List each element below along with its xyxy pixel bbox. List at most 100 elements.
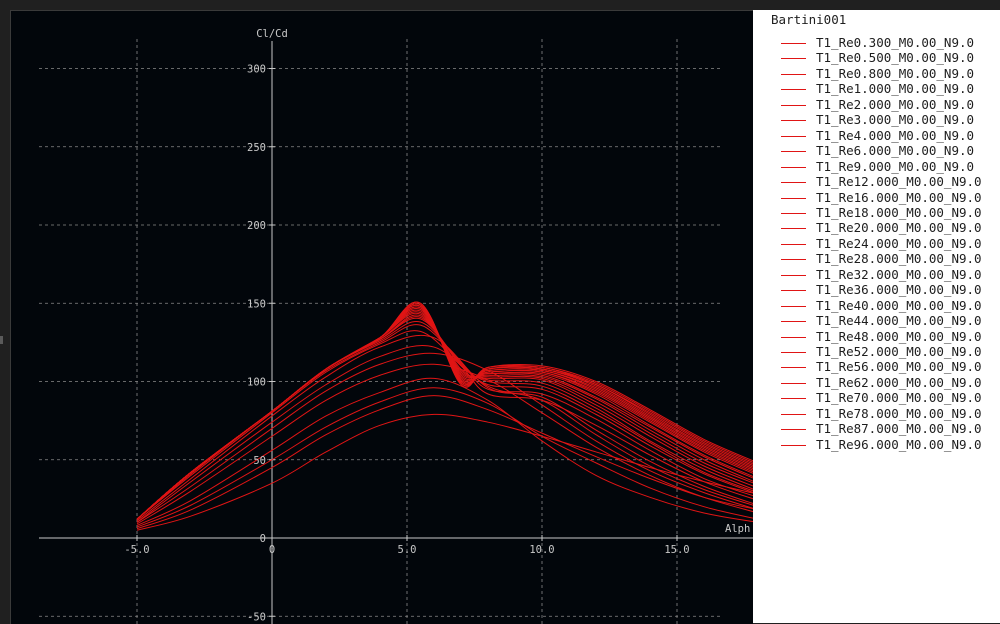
series-line-21 [136, 304, 753, 520]
legend-swatch [781, 305, 806, 307]
x-tick-label: 0 [269, 544, 275, 556]
legend-item: T1_Re36.000_M0.00_N9.0 [781, 282, 1000, 298]
legend-label: T1_Re16.000_M0.00_N9.0 [816, 189, 982, 205]
series-line-26 [136, 301, 753, 520]
series-line-27 [136, 301, 753, 520]
legend-item: T1_Re6.000_M0.00_N9.0 [781, 143, 1000, 159]
legend-label: T1_Re70.000_M0.00_N9.0 [816, 390, 982, 406]
series-line-23 [136, 303, 753, 520]
legend-label: T1_Re24.000_M0.00_N9.0 [816, 235, 982, 251]
legend-item: T1_Re0.500_M0.00_N9.0 [781, 50, 1000, 66]
legend-label: T1_Re52.000_M0.00_N9.0 [816, 344, 982, 359]
y-tick-label: 200 [247, 220, 266, 232]
plot-panel[interactable]: -50 0 50 100 150 200 250 300 -5.0 0 5.0 10.0 15.0 Cl/… [10, 10, 753, 624]
series-line-20 [136, 306, 753, 520]
legend-label: T1_Re48.000_M0.00_N9.0 [816, 328, 982, 344]
legend-label: T1_Re20.000_M0.00_N9.0 [816, 220, 982, 236]
series-line-3 [136, 387, 753, 528]
legend-swatch [781, 197, 806, 199]
x-tick-label: 10.0 [529, 544, 554, 556]
y-tick-label: -50 [247, 611, 266, 623]
legend-swatch [781, 352, 806, 353]
legend-label: T1_Re6.000_M0.00_N9.0 [816, 143, 975, 159]
legend-item: T1_Re62.000_M0.00_N9.0 [781, 374, 1000, 391]
legend-title: Bartini001 [771, 12, 847, 27]
legend-panel: Bartini001 T1_Re0.300_M0.00_N9.0 T1_Re0.5… [753, 10, 1000, 623]
legend-item: T1_Re48.000_M0.00_N9.0 [781, 328, 1000, 345]
y-tick-label: 250 [247, 142, 266, 154]
y-tick-label: 50 [253, 455, 266, 467]
legend-label: T1_Re78.000_M0.00_N9.0 [816, 405, 982, 421]
legend-swatch [781, 228, 806, 230]
y-tick-label: 100 [247, 377, 266, 389]
legend-item: T1_Re28.000_M0.00_N9.0 [781, 251, 1000, 267]
legend-item: T1_Re52.000_M0.00_N9.0 [781, 344, 1000, 360]
legend-swatch [781, 382, 806, 384]
series-layer [136, 301, 753, 531]
legend-item: T1_Re0.800_M0.00_N9.0 [781, 66, 1000, 82]
legend-item: T1_Re24.000_M0.00_N9.0 [781, 235, 1000, 252]
legend-swatch [781, 135, 806, 137]
legend-label: T1_Re62.000_M0.00_N9.0 [816, 374, 982, 390]
legend-item: T1_Re20.000_M0.00_N9.0 [781, 220, 1000, 236]
legend-label: T1_Re36.000_M0.00_N9.0 [816, 282, 982, 298]
series-line-6 [136, 352, 753, 523]
series-line-22 [136, 304, 753, 520]
series-line-25 [136, 301, 753, 520]
y-tick-label: 300 [247, 64, 266, 76]
legend-item: T1_Re44.000_M0.00_N9.0 [781, 313, 1000, 329]
legend-label: T1_Re87.000_M0.00_N9.0 [816, 421, 982, 437]
y-tick-label: 150 [247, 298, 266, 310]
legend-label: T1_Re28.000_M0.00_N9.0 [816, 251, 982, 267]
y-axis-label: Cl/Cd [256, 28, 288, 40]
legend-swatch [781, 321, 806, 323]
legend-label: T1_Re9.000_M0.00_N9.0 [816, 158, 975, 174]
legend-swatch [781, 120, 806, 122]
legend-swatch [781, 73, 806, 75]
legend-item: T1_Re40.000_M0.00_N9.0 [781, 297, 1000, 314]
legend-item: T1_Re32.000_M0.00_N9.0 [781, 266, 1000, 283]
legend-item: T1_Re56.000_M0.00_N9.0 [781, 359, 1000, 375]
legend-label: T1_Re40.000_M0.00_N9.0 [816, 297, 982, 313]
legend-label: T1_Re0.500_M0.00_N9.0 [816, 50, 975, 66]
legend-swatch [781, 104, 806, 106]
x-tick-label: -5.0 [124, 544, 149, 556]
series-line-19 [136, 306, 753, 520]
legend-swatch [781, 413, 806, 415]
legend-swatch [781, 89, 806, 91]
legend-item: T1_Re0.300_M0.00_N9.0 [781, 35, 1000, 51]
legend-label: T1_Re4.000_M0.00_N9.0 [816, 127, 975, 143]
legend-label: T1_Re96.000_M0.00_N9.0 [816, 436, 982, 452]
legend-swatch [781, 182, 806, 184]
legend-item: T1_Re1.000_M0.00_N9.0 [781, 81, 1000, 97]
series-line-7 [136, 345, 753, 523]
series-line-24 [136, 303, 753, 520]
legend-item: T1_Re9.000_M0.00_N9.0 [781, 158, 1000, 175]
legend-swatch [781, 259, 806, 261]
legend-item: T1_Re18.000_M0.00_N9.0 [781, 205, 1000, 221]
x-tick-label: 15.0 [664, 544, 689, 556]
legend-swatch [781, 43, 806, 44]
legend-label: T1_Re32.000_M0.00_N9.0 [816, 266, 982, 282]
legend-swatch [781, 398, 806, 400]
legend-label: T1_Re0.300_M0.00_N9.0 [816, 35, 975, 50]
polar-chart[interactable]: -50 0 50 100 150 200 250 300 -5.0 0 5.0 10.0 15.0 Cl/… [11, 11, 753, 624]
series-line-18 [136, 308, 753, 520]
legend-label: T1_Re56.000_M0.00_N9.0 [816, 359, 982, 375]
grid-layer [39, 39, 723, 624]
legend-swatch [781, 58, 806, 60]
legend-item: T1_Re12.000_M0.00_N9.0 [781, 174, 1000, 190]
window-edge-marker [0, 336, 3, 344]
legend-item: T1_Re87.000_M0.00_N9.0 [781, 421, 1000, 437]
legend-swatch [781, 166, 806, 168]
legend-swatch [781, 444, 806, 446]
legend-label: T1_Re1.000_M0.00_N9.0 [816, 81, 975, 97]
legend-swatch [781, 243, 806, 245]
x-tick-label: 5.0 [398, 544, 417, 556]
legend-item: T1_Re4.000_M0.00_N9.0 [781, 127, 1000, 144]
legend-label: T1_Re44.000_M0.00_N9.0 [816, 313, 982, 329]
legend-swatch [781, 429, 806, 431]
y-tick-label: 0 [260, 533, 266, 545]
legend-swatch [781, 336, 806, 338]
label-layer: -50 0 50 100 150 200 250 300 -5.0 0 5.0 10.0 15.0 Cl/… [124, 28, 750, 623]
